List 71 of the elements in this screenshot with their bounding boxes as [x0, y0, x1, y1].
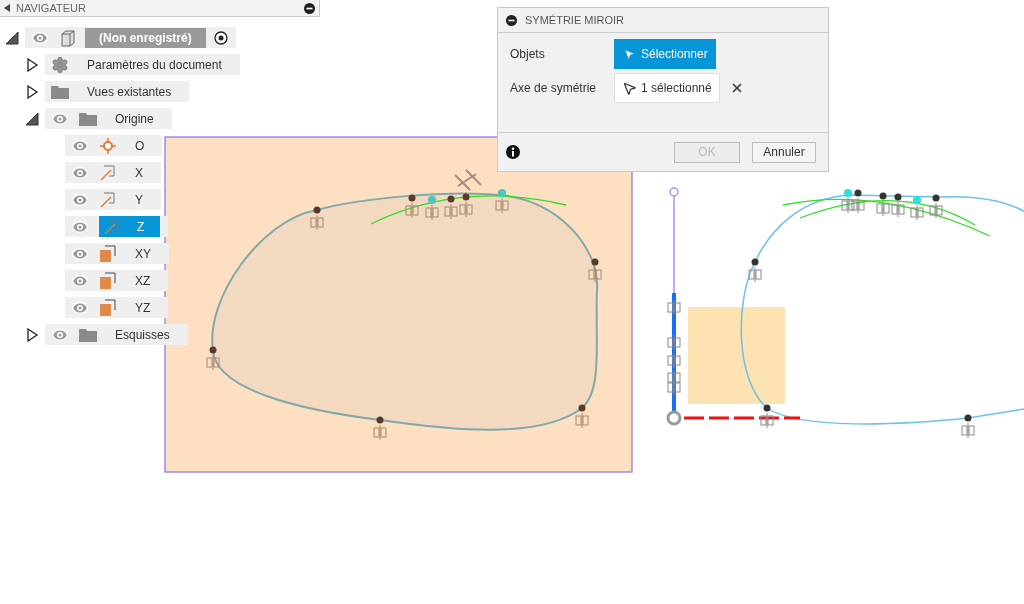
constraint-icon: [667, 352, 681, 369]
constraint-icon: [667, 334, 681, 351]
constraint-icon: [310, 214, 324, 231]
constraint-icon: [961, 422, 975, 439]
constraint-icon: [667, 379, 681, 396]
cursor-icon: [622, 46, 637, 62]
constraint-icon: [841, 197, 855, 214]
constraint-icon: [667, 299, 681, 316]
sketch-point: [408, 194, 416, 202]
minus-circle-icon[interactable]: [304, 2, 315, 14]
sketch-point: [964, 414, 972, 422]
sketch-point: [879, 192, 887, 200]
cancel-button[interactable]: Annuler: [752, 141, 816, 163]
constraint-icon: [495, 197, 509, 214]
constraint-icon: [444, 203, 458, 220]
sketch-point: [313, 206, 321, 214]
expand-triangle-icon[interactable]: [25, 327, 39, 342]
info-icon[interactable]: [506, 145, 520, 159]
folder-icon: [79, 327, 97, 342]
folder-icon: [79, 111, 97, 126]
constraint-icon: [876, 200, 890, 217]
sketch-point: [209, 346, 217, 354]
navigator-title: NAVIGATEUR: [16, 2, 87, 14]
component-icon: [59, 28, 77, 47]
constraint-icon: [425, 204, 439, 221]
field-label: Axe de symétrie: [510, 81, 598, 95]
constraint-icon: [851, 197, 865, 214]
active-radio-icon[interactable]: [213, 30, 228, 45]
sketch-point: [894, 193, 902, 201]
plane-icon: [99, 271, 117, 290]
sketch-point: [751, 258, 759, 266]
constraint-icon: [910, 204, 924, 221]
collapse-triangle-icon[interactable]: [5, 30, 19, 45]
field-label: Objets: [510, 47, 546, 61]
select-button[interactable]: 1 sélectionné: [614, 73, 720, 103]
constraint-icon: [373, 424, 387, 441]
axis-icon: [103, 217, 121, 236]
minus-circle-icon[interactable]: [506, 14, 517, 26]
dialog-title: SYMÉTRIE MIROIR: [525, 14, 624, 26]
settings-icon: [51, 55, 69, 74]
sketch-point: [376, 416, 384, 424]
axis-icon: [99, 163, 117, 182]
axis-icon: [99, 190, 117, 209]
origin-point: [666, 410, 682, 426]
constraint-icon: [929, 202, 943, 219]
constraint-icon: [891, 201, 905, 218]
folder-icon: [51, 84, 69, 99]
constraint-icon: [588, 266, 602, 283]
axis-end-point: [669, 187, 679, 197]
expand-triangle-icon[interactable]: [25, 57, 39, 72]
constraint-icon: [206, 354, 220, 371]
constraint-icon: [748, 266, 762, 283]
constraint-icon: [454, 169, 482, 191]
sketch-point: [578, 404, 586, 412]
expand-triangle-icon[interactable]: [25, 84, 39, 99]
plane-icon: [99, 298, 117, 317]
sketch-point: [447, 195, 455, 203]
point-icon: [99, 136, 117, 155]
sketch-point: [854, 189, 862, 197]
sketch-point: [462, 193, 470, 201]
constraint-icon: [405, 202, 419, 219]
constraint-icon: [459, 201, 473, 218]
sketch-point: [591, 258, 599, 266]
plane-icon: [99, 244, 117, 263]
collapse-triangle-icon[interactable]: [25, 111, 39, 126]
sketch-point: [932, 194, 940, 202]
constraint-icon: [760, 412, 774, 429]
cursor-icon: [622, 80, 637, 96]
constraint-icon: [575, 412, 589, 429]
sketch-point: [763, 404, 771, 412]
collapse-arrow-icon[interactable]: [4, 4, 10, 12]
